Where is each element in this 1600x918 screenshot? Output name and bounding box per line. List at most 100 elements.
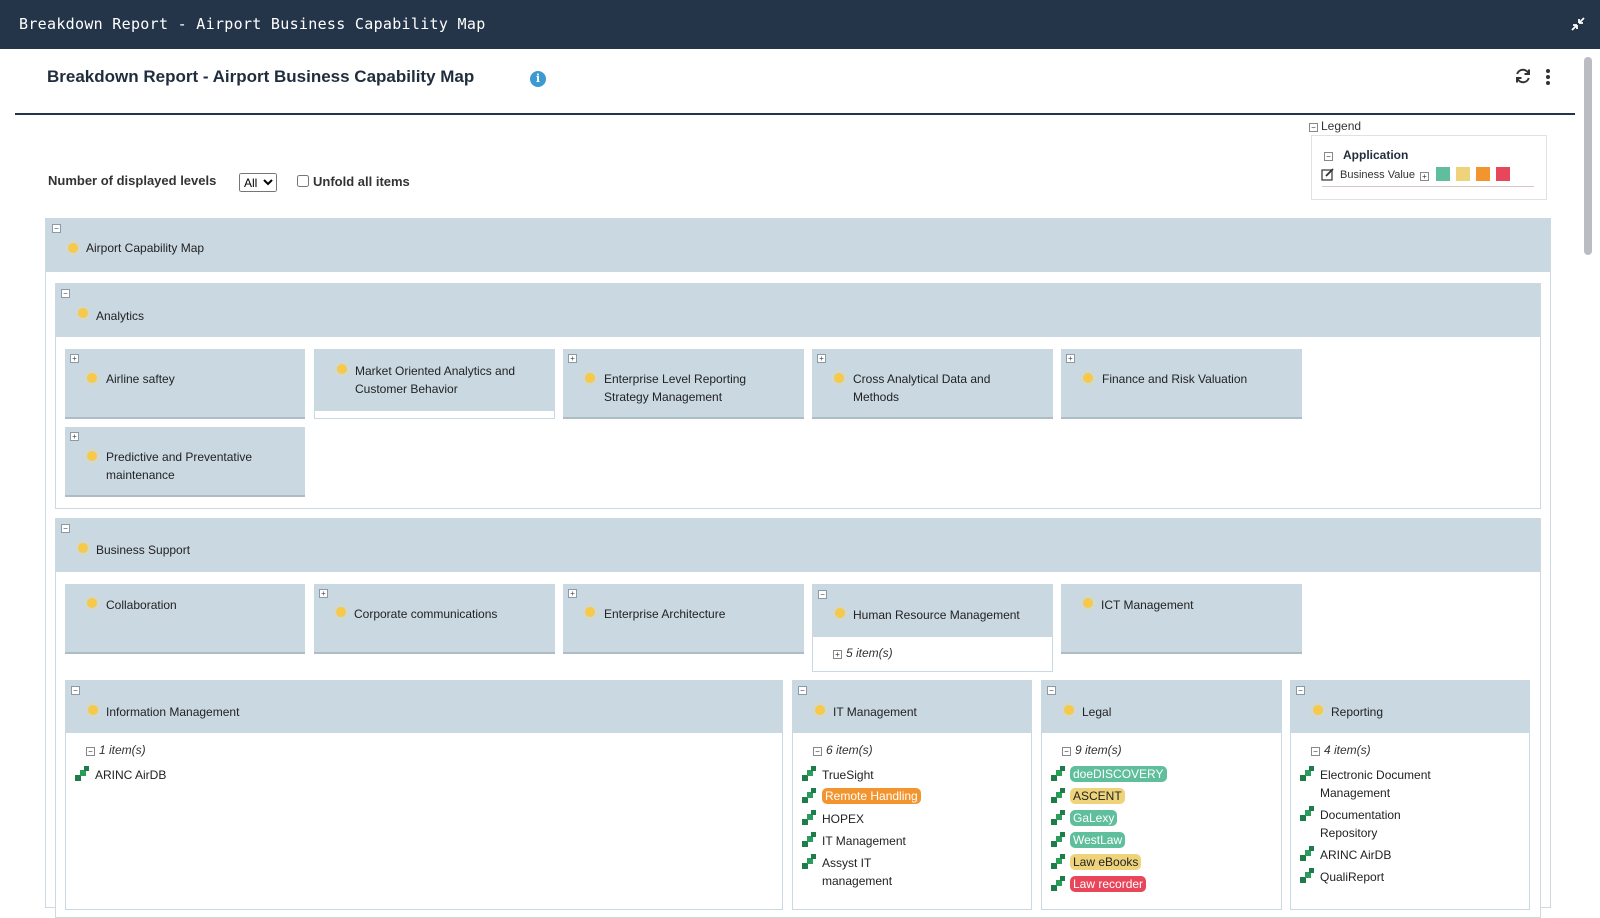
items-count[interactable]: −4 item(s) — [1311, 743, 1371, 757]
capability-card[interactable]: + Predictive and Preventative maintenanc… — [65, 427, 305, 497]
capability-card[interactable]: + Enterprise Level Reporting Strategy Ma… — [563, 349, 804, 419]
legend-header[interactable]: − Legend — [1309, 119, 1361, 133]
collapse-toggle[interactable]: − — [71, 686, 80, 695]
application-icon — [802, 832, 816, 847]
business-value-tag: WestLaw — [1070, 832, 1126, 848]
collapse-toggle[interactable]: − — [61, 289, 70, 298]
application-item[interactable]: Electronic Document Management — [1320, 766, 1450, 802]
capability-card[interactable]: Collaboration — [65, 584, 305, 654]
application-item[interactable]: QualiReport — [1320, 868, 1384, 886]
header-divider — [15, 113, 1575, 115]
application-icon — [1300, 766, 1314, 781]
application-item[interactable]: Law recorder — [1070, 875, 1147, 893]
refresh-icon[interactable] — [1514, 67, 1532, 85]
capability-card[interactable]: + Finance and Risk Valuation — [1061, 349, 1302, 419]
information-management-card[interactable]: − Information Management −1 item(s) ARIN… — [65, 680, 783, 910]
collapse-toggle[interactable]: − — [798, 686, 807, 695]
application-item[interactable]: ARINC AirDB — [95, 766, 166, 784]
collapse-toggle[interactable]: − — [52, 224, 61, 233]
capability-icon — [76, 541, 90, 555]
application-item[interactable]: HOPEX — [822, 810, 864, 828]
application-icon — [802, 854, 816, 869]
it-management-card[interactable]: − IT Management −6 item(s) TrueSight Rem… — [792, 680, 1032, 910]
application-item[interactable]: Law eBooks — [1070, 853, 1142, 871]
application-item[interactable]: Remote Handling — [822, 787, 921, 805]
capability-icon — [85, 449, 99, 463]
expand-toggle[interactable]: + — [70, 432, 79, 441]
edit-icon — [1321, 168, 1334, 181]
card-label: Cross Analytical Data and Methods — [853, 372, 991, 404]
application-item[interactable]: doeDISCOVERY — [1070, 765, 1167, 783]
analytics-label[interactable]: Analytics — [96, 307, 144, 325]
application-item[interactable]: Assyst IT management — [822, 854, 922, 890]
collapse-toggle[interactable]: − — [1047, 686, 1056, 695]
application-item[interactable]: IT Management — [822, 832, 906, 850]
items-count[interactable]: −9 item(s) — [1062, 743, 1122, 757]
legal-card[interactable]: − Legal −9 item(s) doeDISCOVERY ASCENT G… — [1041, 680, 1282, 910]
application-icon — [1051, 766, 1065, 781]
capability-icon — [76, 306, 90, 320]
business-support-label[interactable]: Business Support — [96, 541, 190, 559]
application-icon — [1300, 846, 1314, 861]
items-count[interactable]: −6 item(s) — [813, 743, 873, 757]
application-item[interactable]: WestLaw — [1070, 831, 1126, 849]
more-options-icon[interactable] — [1545, 68, 1551, 86]
expand-toggle[interactable]: + — [568, 589, 577, 598]
capability-card[interactable]: + Enterprise Architecture — [563, 584, 804, 654]
expand-toggle[interactable]: + — [568, 354, 577, 363]
items-count-label: 5 item(s) — [846, 646, 893, 660]
window-title: Breakdown Report - Airport Business Capa… — [19, 15, 486, 33]
legend-divider — [1322, 186, 1534, 187]
capability-icon — [335, 362, 349, 376]
application-item[interactable]: TrueSight — [822, 766, 874, 784]
legend-row-label: Business Value — [1340, 169, 1416, 181]
items-count[interactable]: +5 item(s) — [833, 646, 893, 660]
application-item[interactable]: Documentation Repository — [1320, 806, 1420, 842]
legend-section-label: Application — [1343, 148, 1409, 162]
expand-toggle[interactable]: + — [319, 589, 328, 598]
items-count-label: 9 item(s) — [1075, 743, 1122, 757]
root-label[interactable]: Airport Capability Map — [86, 239, 204, 257]
items-count[interactable]: −1 item(s) — [86, 743, 146, 757]
capability-icon — [1311, 703, 1325, 717]
business-value-tag: doeDISCOVERY — [1070, 766, 1167, 782]
card-label: Market Oriented Analytics and Customer B… — [355, 364, 516, 396]
swatch-orange — [1476, 167, 1491, 181]
scrollbar-thumb[interactable] — [1584, 57, 1592, 255]
expand-icon[interactable]: + — [1420, 172, 1430, 181]
collapse-toggle[interactable]: − — [61, 524, 70, 533]
card-label: Enterprise Architecture — [604, 607, 726, 621]
capability-card[interactable]: ICT Management — [1061, 584, 1302, 654]
application-icon — [1051, 854, 1065, 869]
application-icon — [1051, 788, 1065, 803]
capability-card[interactable]: Market Oriented Analytics and Customer B… — [314, 349, 555, 419]
application-item[interactable]: ARINC AirDB — [1320, 846, 1391, 864]
application-item[interactable]: GaLexy — [1070, 809, 1118, 827]
info-icon[interactable]: i — [530, 71, 546, 87]
expand-toggle[interactable]: + — [70, 354, 79, 363]
capability-card[interactable]: + Airline saftey — [65, 349, 305, 419]
card-label: Enterprise Level Reporting Strategy Mana… — [604, 372, 747, 404]
unfold-all-toggle[interactable]: Unfold all items — [297, 174, 410, 189]
unfold-all-checkbox[interactable] — [297, 175, 309, 187]
application-item[interactable]: ASCENT — [1070, 787, 1125, 805]
application-icon — [802, 810, 816, 825]
capability-card[interactable]: − Human Resource Management +5 item(s) — [812, 584, 1053, 672]
collapse-toggle[interactable]: − — [1296, 686, 1305, 695]
levels-select[interactable]: All — [239, 173, 277, 192]
card-label: Information Management — [106, 705, 240, 719]
unfold-all-label: Unfold all items — [313, 174, 410, 189]
window-titlebar: Breakdown Report - Airport Business Capa… — [0, 0, 1600, 49]
expand-toggle[interactable]: + — [1066, 354, 1075, 363]
capability-card[interactable]: + Corporate communications — [314, 584, 555, 654]
capability-icon — [66, 241, 80, 255]
collapse-icon[interactable] — [1570, 16, 1586, 32]
capability-card[interactable]: + Cross Analytical Data and Methods — [812, 349, 1053, 419]
card-header — [1291, 681, 1529, 733]
expand-toggle[interactable]: + — [817, 354, 826, 363]
legend-box: − Application Business Value + — [1311, 135, 1547, 200]
capability-icon — [583, 605, 597, 619]
legend-section[interactable]: − Application — [1324, 148, 1408, 162]
reporting-card[interactable]: − Reporting −4 item(s) Electronic Docume… — [1290, 680, 1530, 910]
collapse-toggle[interactable]: − — [818, 590, 827, 599]
